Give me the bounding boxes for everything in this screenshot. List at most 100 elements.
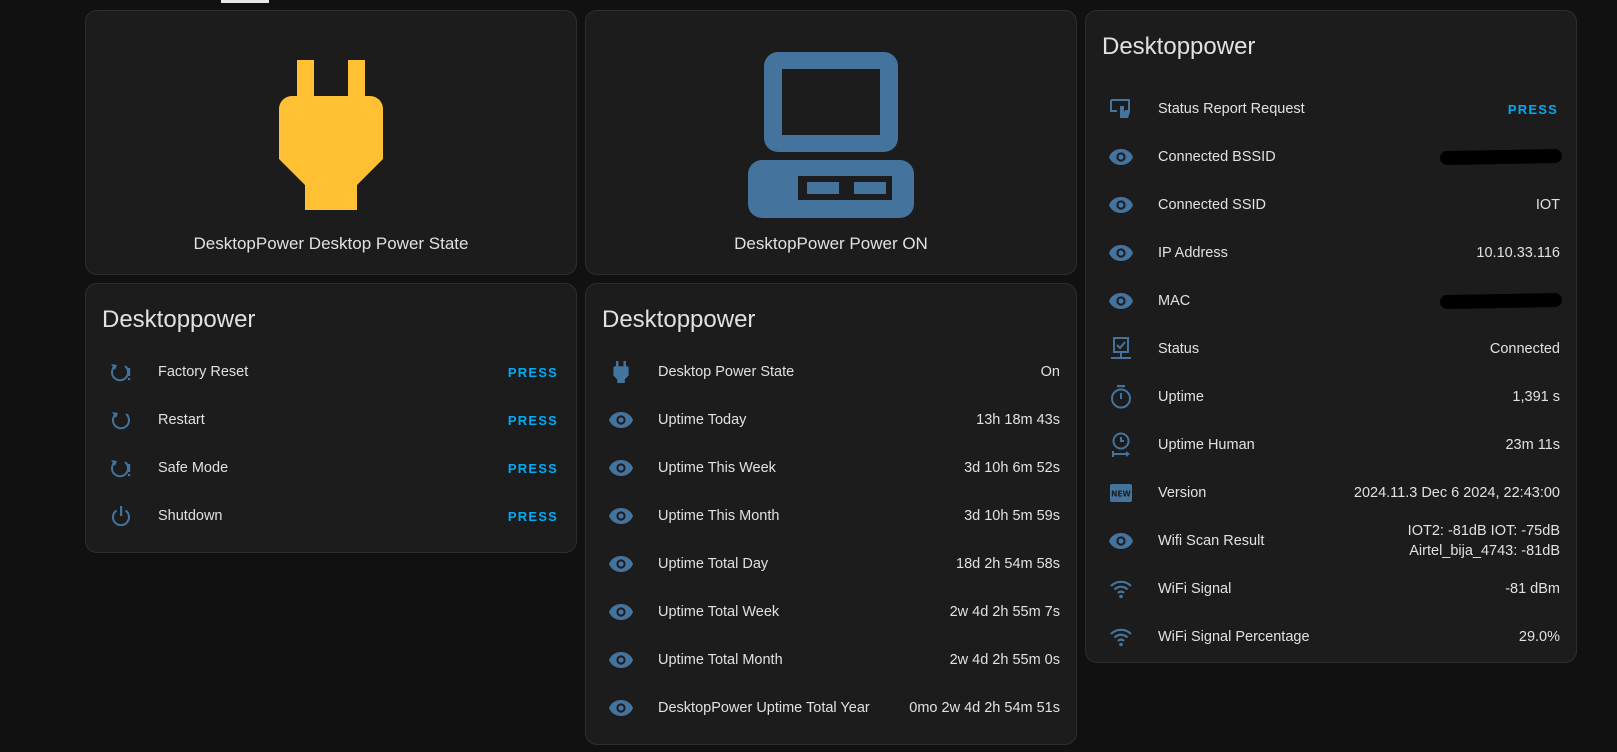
eye-icon [608, 695, 634, 721]
row-status-report-request: Status Report Request PRESS [1086, 85, 1576, 133]
eye-icon [1108, 144, 1134, 170]
status-report-press-button[interactable]: PRESS [1508, 102, 1558, 117]
new-box-icon: NEW [1108, 480, 1134, 506]
row-value: IOT [1535, 197, 1560, 213]
desktop-computer-icon [748, 52, 914, 218]
row-uptime-human[interactable]: Uptime Human 23m 11s [1086, 421, 1576, 469]
row-connected-ssid[interactable]: Connected SSID IOT [1086, 181, 1576, 229]
row-wifi-signal-percentage[interactable]: WiFi Signal Percentage 29.0% [1086, 613, 1576, 661]
row-label: IP Address [1158, 245, 1228, 261]
row-label: Connected SSID [1158, 197, 1267, 213]
row-value: -81 dBm [1505, 581, 1560, 597]
row-shutdown: Shutdown PRESS [86, 492, 576, 540]
row-value: Connected [1489, 341, 1560, 357]
row-connected-bssid[interactable]: Connected BSSID [1086, 133, 1576, 181]
timer-icon [1108, 384, 1134, 410]
row-value: 2024.11.3 Dec 6 2024, 22:43:00 [1353, 485, 1560, 501]
row-label: Desktop Power State [658, 364, 795, 380]
row-label: Uptime Today [658, 412, 747, 428]
row-wifi-signal[interactable]: WiFi Signal -81 dBm [1086, 565, 1576, 613]
row-safe-mode: Safe Mode PRESS [86, 444, 576, 492]
card-title: Desktoppower [102, 306, 256, 333]
eye-icon [1108, 288, 1134, 314]
row-label: Status [1158, 341, 1200, 357]
row-desktop-power-state[interactable]: Desktop Power State On [586, 348, 1076, 396]
row-value: 13h 18m 43s [976, 412, 1060, 428]
row-factory-reset: Factory Reset PRESS [86, 348, 576, 396]
gesture-tap-icon [1108, 96, 1134, 122]
row-label: Version [1158, 485, 1207, 501]
row-label: Uptime Total Day [658, 556, 769, 572]
tile-name: DesktopPower Power ON [734, 234, 928, 253]
row-label: Status Report Request [1158, 101, 1305, 117]
row-label: Uptime Total Month [658, 652, 783, 668]
restart-alert-icon [108, 359, 134, 385]
row-ip-address[interactable]: IP Address 10.10.33.116 [1086, 229, 1576, 277]
row-uptime-this-month[interactable]: Uptime This Month 3d 10h 5m 59s [586, 492, 1076, 540]
diagnostics-card: Desktoppower Status Report Request PRESS… [1085, 10, 1577, 663]
row-uptime[interactable]: Uptime 1,391 s [1086, 373, 1576, 421]
row-label: MAC [1158, 293, 1191, 309]
row-version[interactable]: NEW Version 2024.11.3 Dec 6 2024, 22:43:… [1086, 469, 1576, 517]
tile-name: DesktopPower Desktop Power State [193, 234, 469, 253]
row-label: Safe Mode [158, 460, 229, 476]
restart-icon [108, 407, 134, 433]
row-value: IOT2: -81dB IOT: -75dB Airtel_bija_4743:… [1407, 523, 1560, 559]
eye-icon [1108, 240, 1134, 266]
clock-start-icon [1108, 432, 1134, 458]
row-label: WiFi Signal Percentage [1158, 629, 1310, 645]
row-value: 29.0% [1518, 629, 1560, 645]
row-value: 2w 4d 2h 55m 7s [949, 604, 1060, 620]
eye-icon [608, 551, 634, 577]
row-value: 3d 10h 6m 52s [964, 460, 1060, 476]
eye-icon [608, 647, 634, 673]
restart-press-button[interactable]: PRESS [508, 413, 558, 428]
row-value: On [1040, 364, 1060, 380]
row-label: Connected BSSID [1158, 149, 1276, 165]
wifi-icon [1108, 624, 1134, 650]
power-plug-icon [608, 359, 634, 385]
row-label: Uptime Total Week [658, 604, 780, 620]
buttons-card: Desktoppower Factory Reset PRESS Restart… [85, 283, 577, 553]
factory-reset-press-button[interactable]: PRESS [508, 365, 558, 380]
card-title: Desktoppower [1102, 33, 1256, 60]
card-title: Desktoppower [602, 306, 756, 333]
row-value: 3d 10h 5m 59s [964, 508, 1060, 524]
row-value: 2w 4d 2h 55m 0s [949, 652, 1060, 668]
eye-icon [608, 503, 634, 529]
shutdown-press-button[interactable]: PRESS [508, 509, 558, 524]
safe-mode-press-button[interactable]: PRESS [508, 461, 558, 476]
row-uptime-total-month[interactable]: Uptime Total Month 2w 4d 2h 55m 0s [586, 636, 1076, 684]
row-restart: Restart PRESS [86, 396, 576, 444]
row-label: Uptime Human [1158, 437, 1255, 453]
eye-icon [1108, 192, 1134, 218]
row-uptime-total-week[interactable]: Uptime Total Week 2w 4d 2h 55m 7s [586, 588, 1076, 636]
uptime-card: Desktoppower Desktop Power State On Upti… [585, 283, 1077, 745]
tile-desktop-power-state[interactable]: DesktopPower Desktop Power State [85, 10, 577, 275]
row-label: DesktopPower Uptime Total Year [658, 700, 870, 716]
row-wifi-scan-result[interactable]: Wifi Scan Result IOT2: -81dB IOT: -75dB … [1086, 517, 1576, 565]
row-mac[interactable]: MAC [1086, 277, 1576, 325]
eye-icon [608, 407, 634, 433]
row-value: 0mo 2w 4d 2h 54m 51s [909, 700, 1060, 716]
row-value: 10.10.33.116 [1476, 245, 1560, 261]
eye-icon [608, 455, 634, 481]
row-label: WiFi Signal [1158, 581, 1232, 597]
row-value: 18d 2h 54m 58s [956, 556, 1060, 572]
lan-check-icon [1108, 336, 1134, 362]
row-uptime-total-day[interactable]: Uptime Total Day 18d 2h 54m 58s [586, 540, 1076, 588]
wifi-icon [1108, 576, 1134, 602]
restart-alert-icon [108, 455, 134, 481]
row-uptime-total-year[interactable]: DesktopPower Uptime Total Year 0mo 2w 4d… [586, 684, 1076, 732]
row-label: Wifi Scan Result [1158, 533, 1265, 549]
tile-desktop-power-on[interactable]: DesktopPower Power ON [585, 10, 1077, 275]
svg-text:NEW: NEW [1111, 490, 1131, 499]
row-value: 1,391 s [1512, 389, 1560, 405]
row-label: Shutdown [158, 508, 223, 524]
row-uptime-this-week[interactable]: Uptime This Week 3d 10h 6m 52s [586, 444, 1076, 492]
row-status[interactable]: Status Connected [1086, 325, 1576, 373]
power-plug-icon [279, 55, 383, 215]
redacted-value [1439, 148, 1563, 166]
row-uptime-today[interactable]: Uptime Today 13h 18m 43s [586, 396, 1076, 444]
eye-icon [1108, 528, 1134, 554]
